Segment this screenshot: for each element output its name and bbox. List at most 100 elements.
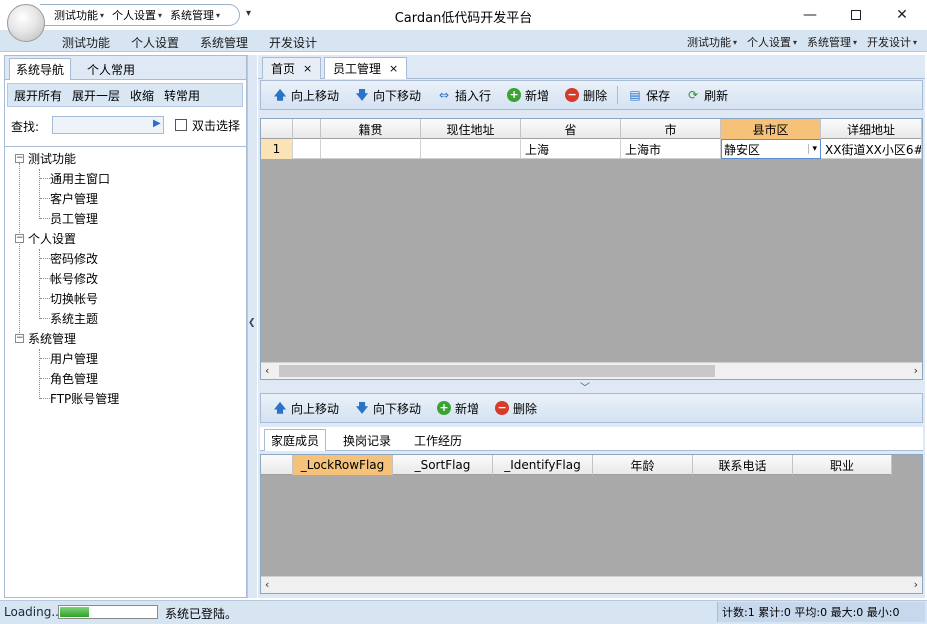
chevron-down-icon[interactable]: ▾ bbox=[808, 144, 820, 154]
table-row[interactable]: 1 上海 上海市 静安区 ▾ XX街道XX小区6# bbox=[261, 139, 922, 159]
maximize-button[interactable] bbox=[833, 0, 879, 30]
tree-item-main-window[interactable]: 通用主窗口 bbox=[50, 170, 110, 187]
tree-item-switch-account[interactable]: 切换帐号 bbox=[50, 290, 98, 307]
app-menu-orb[interactable] bbox=[7, 4, 45, 42]
insert-row-button[interactable]: ⇔ 插入行 bbox=[431, 87, 497, 104]
tree-item-customers[interactable]: 客户管理 bbox=[50, 190, 98, 207]
horizontal-scrollbar[interactable]: ‹ › bbox=[261, 576, 922, 593]
menu-personal[interactable]: 个人设置 ▾ bbox=[747, 34, 797, 50]
grid-corner[interactable] bbox=[261, 119, 293, 139]
doc-tab-employees[interactable]: 员工管理 × bbox=[324, 57, 408, 79]
tree-item-account[interactable]: 帐号修改 bbox=[50, 270, 98, 287]
ribbon-tab-personal[interactable]: 个人设置 bbox=[131, 34, 179, 51]
move-up-button[interactable]: 🡅 向上移动 bbox=[267, 87, 345, 104]
column-header[interactable] bbox=[293, 119, 321, 139]
tree-node-system[interactable]: − 系统管理 bbox=[15, 330, 76, 347]
qat-item-test[interactable]: 测试功能 ▾ bbox=[54, 7, 104, 23]
menu-system[interactable]: 系统管理 ▾ bbox=[807, 34, 857, 50]
to-favorites-button[interactable]: 转常用 bbox=[164, 87, 200, 104]
qat-item-personal[interactable]: 个人设置 ▾ bbox=[112, 7, 162, 23]
double-click-label: 双击选择 bbox=[192, 119, 241, 133]
add-button[interactable]: + 新增 bbox=[501, 87, 555, 104]
collapse-icon[interactable]: − bbox=[15, 334, 24, 343]
table-cell[interactable]: XX街道XX小区6# bbox=[821, 139, 922, 159]
tree-item-roles[interactable]: 角色管理 bbox=[50, 370, 98, 387]
detail-move-up-button[interactable]: 🡅 向上移动 bbox=[267, 400, 345, 417]
progress-fill bbox=[60, 607, 89, 617]
column-header-phone[interactable]: 联系电话 bbox=[693, 455, 793, 475]
tree-item-users[interactable]: 用户管理 bbox=[50, 350, 98, 367]
grid-corner[interactable] bbox=[261, 455, 293, 475]
column-header-lockrowflag[interactable]: _LockRowFlag bbox=[293, 455, 393, 475]
column-header-occupation[interactable]: 职业 bbox=[793, 455, 892, 475]
double-click-checkbox[interactable] bbox=[175, 119, 187, 131]
ribbon-tab-test[interactable]: 测试功能 bbox=[62, 34, 110, 51]
column-header-age[interactable]: 年龄 bbox=[593, 455, 693, 475]
move-down-button[interactable]: 🡇 向下移动 bbox=[349, 87, 427, 104]
tab-family-members[interactable]: 家庭成员 bbox=[264, 429, 327, 451]
detail-add-button[interactable]: + 新增 bbox=[431, 400, 485, 417]
collapse-icon[interactable]: − bbox=[15, 234, 24, 243]
content-area: 首页 × 员工管理 × 🡅 向上移动 🡇 向下移动 ⇔ 插入行 + 新增 − 删除 ▤ 保存 ⟳… bbox=[258, 55, 925, 598]
table-cell[interactable]: 上海 bbox=[521, 139, 621, 159]
table-cell[interactable] bbox=[421, 139, 521, 159]
doc-tab-home[interactable]: 首页 × bbox=[262, 57, 322, 79]
row-number[interactable]: 1 bbox=[261, 139, 293, 159]
tree-node-test[interactable]: − 测试功能 bbox=[15, 150, 76, 167]
tree-item-ftp[interactable]: FTP账号管理 bbox=[50, 390, 119, 407]
tree-item-employees[interactable]: 员工管理 bbox=[50, 210, 98, 227]
collapse-button[interactable]: 收缩 bbox=[130, 87, 154, 104]
column-header-detail-address[interactable]: 详细地址 bbox=[821, 119, 922, 139]
status-bar: Loading... 系统已登陆。 计数:1 累计:0 平均:0 最大:0 最小… bbox=[0, 600, 927, 624]
detail-move-down-button[interactable]: 🡇 向下移动 bbox=[349, 400, 427, 417]
close-icon[interactable]: × bbox=[303, 62, 312, 75]
table-cell[interactable] bbox=[321, 139, 421, 159]
save-button[interactable]: ▤ 保存 bbox=[622, 87, 676, 104]
menu-test[interactable]: 测试功能 ▾ bbox=[687, 34, 737, 50]
tab-job-changes[interactable]: 换岗记录 bbox=[337, 429, 397, 451]
refresh-button[interactable]: ⟳ 刷新 bbox=[680, 87, 734, 104]
horizontal-scrollbar[interactable]: ‹ › bbox=[261, 362, 922, 379]
table-cell[interactable]: 上海市 bbox=[621, 139, 721, 159]
grid-header: _LockRowFlag _SortFlag _IdentifyFlag 年龄 … bbox=[261, 455, 892, 475]
chevron-left-icon[interactable]: ‹ bbox=[265, 364, 269, 377]
qat-customize-icon[interactable]: ▾ bbox=[246, 8, 251, 19]
column-header-district[interactable]: 县市区 bbox=[721, 119, 821, 139]
collapse-down-icon[interactable]: ﹀ bbox=[580, 379, 590, 394]
expand-one-level-button[interactable]: 展开一层 bbox=[72, 87, 120, 104]
menu-dev[interactable]: 开发设计 ▾ bbox=[867, 34, 917, 50]
expand-all-button[interactable]: 展开所有 bbox=[14, 87, 62, 104]
table-cell[interactable] bbox=[293, 139, 321, 159]
column-header-city[interactable]: 市 bbox=[621, 119, 721, 139]
tree-node-personal[interactable]: − 个人设置 bbox=[15, 230, 76, 247]
close-button[interactable]: ✕ bbox=[879, 0, 925, 30]
detail-delete-button[interactable]: − 删除 bbox=[489, 400, 543, 417]
chevron-right-icon[interactable]: › bbox=[914, 364, 918, 377]
column-header-sortflag[interactable]: _SortFlag bbox=[393, 455, 493, 475]
horizontal-splitter[interactable] bbox=[258, 382, 925, 390]
tab-favorites[interactable]: 个人常用 bbox=[81, 58, 141, 80]
collapse-icon[interactable]: − bbox=[15, 154, 24, 163]
search-input[interactable] bbox=[52, 116, 164, 134]
column-header-identifyflag[interactable]: _IdentifyFlag bbox=[493, 455, 593, 475]
qat-item-system[interactable]: 系统管理 ▾ bbox=[170, 7, 220, 23]
search-go-icon[interactable]: ▶ bbox=[153, 118, 161, 129]
close-icon[interactable]: × bbox=[389, 62, 398, 75]
chevron-left-icon[interactable]: ‹ bbox=[265, 578, 269, 591]
tab-system-nav[interactable]: 系统导航 bbox=[9, 58, 72, 80]
tree-item-password[interactable]: 密码修改 bbox=[50, 250, 98, 267]
district-dropdown[interactable]: 静安区 ▾ bbox=[721, 139, 821, 159]
scrollbar-thumb[interactable] bbox=[279, 365, 715, 377]
chevron-right-icon[interactable]: › bbox=[914, 578, 918, 591]
delete-button[interactable]: − 删除 bbox=[559, 87, 613, 104]
collapse-left-icon[interactable]: ❮ bbox=[248, 318, 256, 328]
ribbon-tab-dev[interactable]: 开发设计 bbox=[269, 34, 317, 51]
tab-work-history[interactable]: 工作经历 bbox=[408, 429, 468, 451]
ribbon-tab-system[interactable]: 系统管理 bbox=[200, 34, 248, 51]
column-header-current-address[interactable]: 现住地址 bbox=[421, 119, 521, 139]
tree-item-theme[interactable]: 系统主题 bbox=[50, 310, 98, 327]
column-header-native-place[interactable]: 籍贯 bbox=[321, 119, 421, 139]
minimize-button[interactable]: — bbox=[787, 0, 833, 30]
column-header-province[interactable]: 省 bbox=[521, 119, 621, 139]
chevron-down-icon: ▾ bbox=[853, 37, 858, 47]
